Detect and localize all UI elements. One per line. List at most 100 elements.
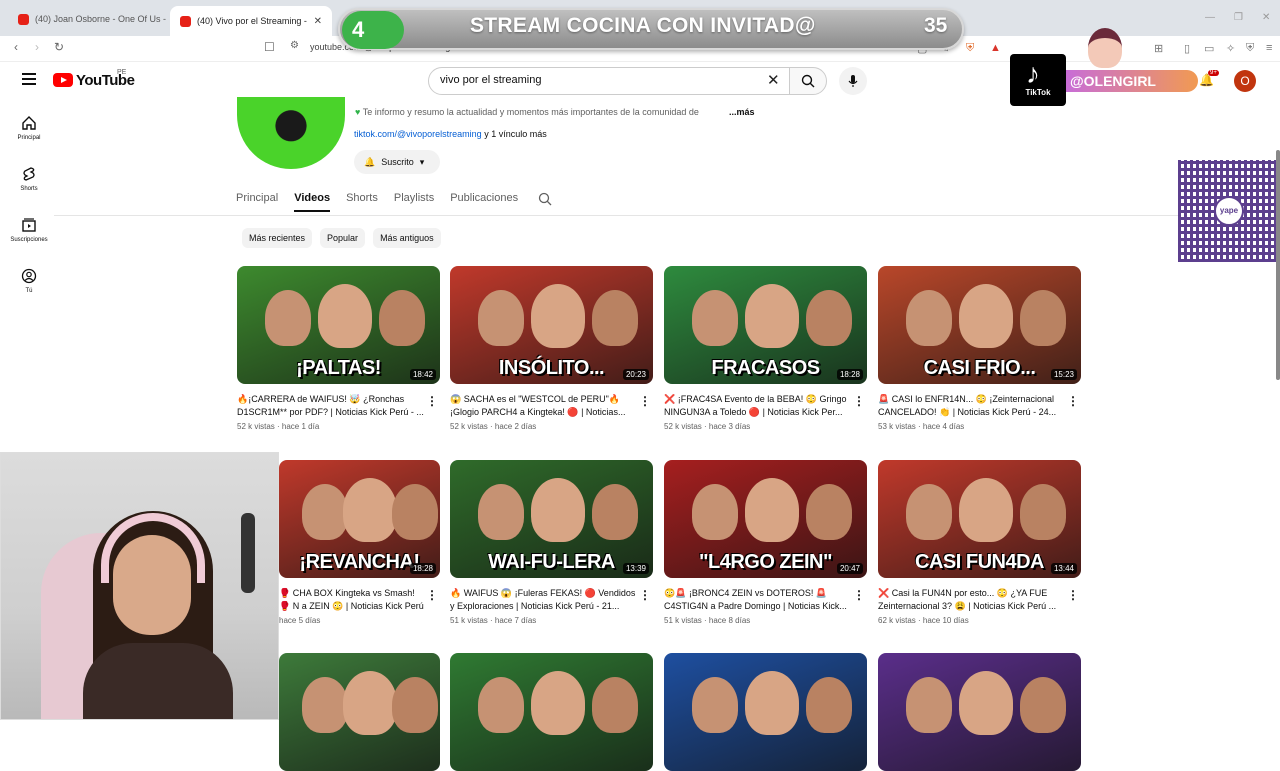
more-options-icon[interactable]: ⋮ (639, 394, 651, 408)
video-thumbnail[interactable] (450, 653, 653, 771)
video-card[interactable]: "L4RGO ZEIN" 20:47 😳🚨 ¡BRONC4 ZEIN vs DOTE… (664, 460, 867, 625)
minimize-icon[interactable]: — (1205, 12, 1215, 23)
more-links[interactable]: y 1 vínculo más (484, 129, 547, 139)
video-thumbnail[interactable]: WAI-FU-LERA 13:39 (450, 460, 653, 578)
more-options-icon[interactable]: ⋮ (1067, 394, 1079, 408)
back-icon[interactable]: ‹ (14, 40, 18, 54)
video-thumbnail[interactable] (279, 653, 440, 771)
video-title[interactable]: 🥊 CHA BOX Kingteka vs Smash! 🥊 N a ZEIN … (279, 587, 440, 613)
video-thumbnail[interactable] (878, 653, 1081, 771)
site-info-icon[interactable]: ⚙ (290, 40, 299, 51)
sidebar-item-principal[interactable]: Principal (4, 115, 54, 141)
reload-icon[interactable]: ↻ (54, 40, 64, 54)
tab-shorts[interactable]: Shorts (346, 192, 378, 212)
thumbnail-person (343, 671, 398, 735)
chip-oldest[interactable]: Más antiguos (373, 228, 441, 248)
app-menu-icon[interactable]: ≡ (1266, 42, 1272, 54)
wallet-icon[interactable]: ▭ (1204, 42, 1214, 55)
chip-recent[interactable]: Más recientes (242, 228, 313, 248)
thumbnail-person (478, 677, 525, 733)
tab-publicaciones[interactable]: Publicaciones (450, 192, 518, 212)
clear-search-icon[interactable]: ✕ (767, 71, 780, 89)
video-card[interactable]: ¡PALTAS! 18:42 🔥¡CARRERA de WAIFUS! 🤯 ¿Ron… (237, 266, 440, 431)
sidebar-item-shorts[interactable]: Shorts (4, 166, 54, 192)
vpn-icon[interactable]: ⛨ (1246, 42, 1254, 55)
more-options-icon[interactable]: ⋮ (1067, 588, 1079, 602)
video-title[interactable]: 🔥¡CARRERA de WAIFUS! 🤯 ¿Ronchas D1SCR1M*… (237, 393, 440, 419)
sidebar-icon[interactable]: ▯ (1184, 42, 1190, 55)
tab-principal[interactable]: Principal (236, 192, 278, 212)
video-card[interactable] (279, 653, 440, 771)
tabs-divider (54, 215, 1280, 216)
video-thumbnail[interactable]: ¡PALTAS! 18:42 (237, 266, 440, 384)
thumbnail-person (745, 284, 800, 348)
bookmark-icon[interactable]: ☐ (264, 40, 275, 54)
close-window-icon[interactable]: ✕ (1262, 12, 1270, 23)
tab-title: (40) Vivo por el Streaming - YouTube (197, 16, 308, 26)
streamer-avatar-icon (1088, 28, 1122, 68)
leo-icon[interactable]: ✧ (1226, 42, 1235, 55)
forward-icon[interactable]: › (35, 40, 39, 54)
youtube-logo-icon[interactable] (53, 73, 73, 87)
tab-videos[interactable]: Videos (294, 192, 331, 212)
video-thumbnail[interactable]: INSÓLITO... 20:23 (450, 266, 653, 384)
search-button[interactable] (789, 67, 827, 95)
extensions-icon[interactable]: ⊞ (1154, 42, 1163, 55)
video-title[interactable]: 😱 SACHA es el "WESTCOL de PERU"🔥 ¡Glogio… (450, 393, 653, 419)
video-thumbnail[interactable]: CASI FUN4DA 13:44 (878, 460, 1081, 578)
streamer-body (83, 643, 233, 719)
scrollbar[interactable] (1276, 150, 1280, 380)
video-title[interactable]: 🚨 CASI lo ENFR14N... 😳 ¡Zeinternacional … (878, 393, 1081, 419)
tiktok-link[interactable]: tiktok.com/@vivoporelstreaming (354, 129, 482, 139)
video-card[interactable]: CASI FRIO... 15:23 🚨 CASI lo ENFR14N... 😳 … (878, 266, 1081, 431)
microphone-arm (241, 513, 255, 593)
video-card[interactable] (450, 653, 653, 771)
account-avatar[interactable]: O (1234, 70, 1256, 92)
maximize-icon[interactable]: ❐ (1234, 12, 1243, 23)
video-title[interactable]: ❌ Casi la FUN4N por esto... 😳 ¿YA FUE Ze… (878, 587, 1081, 613)
chip-popular[interactable]: Popular (320, 228, 366, 248)
sidebar-item-you[interactable]: Tú (4, 268, 54, 294)
video-meta: 62 k vistas · hace 10 días (878, 616, 969, 625)
video-card[interactable]: WAI-FU-LERA 13:39 🔥 WAIFUS 😱 ¡Fuleras FEKA… (450, 460, 653, 625)
video-thumbnail[interactable]: ¡REVANCHA! 18:28 (279, 460, 440, 578)
brave-shield-icon[interactable]: ⛨ (966, 42, 974, 55)
subscribed-button[interactable]: 🔔 Suscrito ▾ (354, 150, 440, 174)
more-options-icon[interactable]: ⋮ (853, 394, 865, 408)
video-thumbnail[interactable]: FRACASOS 18:28 (664, 266, 867, 384)
video-title[interactable]: ❌ ¡FRAC4SA Evento de la BEBA! 😳 Gringo N… (664, 393, 867, 419)
shorts-icon (23, 167, 35, 181)
tiktok-icon: ♪ (1026, 58, 1040, 89)
close-tab-icon[interactable]: ✕ (314, 16, 322, 27)
video-thumbnail[interactable] (664, 653, 867, 771)
search-value[interactable]: vivo por el streaming (440, 74, 542, 86)
channel-description-text: Te informo y resumo la actualidad y mome… (362, 107, 699, 117)
rewards-icon[interactable]: ▲ (990, 42, 1001, 54)
video-thumbnail[interactable]: "L4RGO ZEIN" 20:47 (664, 460, 867, 578)
video-card[interactable]: FRACASOS 18:28 ❌ ¡FRAC4SA Evento de la BEB… (664, 266, 867, 431)
video-card[interactable]: CASI FUN4DA 13:44 ❌ Casi la FUN4N por esto… (878, 460, 1081, 625)
video-thumbnail[interactable]: CASI FRIO... 15:23 (878, 266, 1081, 384)
video-title[interactable]: 😳🚨 ¡BRONC4 ZEIN vs DOTEROS! 🚨 C4STIG4N a… (664, 587, 867, 613)
chevron-down-icon: ▾ (419, 156, 425, 167)
hamburger-menu-icon[interactable] (22, 73, 36, 88)
more-options-icon[interactable]: ⋮ (426, 394, 438, 408)
channel-links: tiktok.com/@vivoporelstreaming y 1 víncu… (354, 129, 547, 139)
sidebar-item-subscriptions[interactable]: Suscripciones (4, 217, 54, 243)
video-title[interactable]: 🔥 WAIFUS 😱 ¡Fuleras FEKAS! 🔴 Vendidos y … (450, 587, 653, 613)
more-options-icon[interactable]: ⋮ (853, 588, 865, 602)
more-options-icon[interactable]: ⋮ (426, 588, 438, 602)
browser-tab[interactable]: (40) Joan Osborne - One Of Us - You (8, 7, 166, 31)
country-code: PE (117, 69, 127, 76)
browser-tab-active[interactable]: (40) Vivo por el Streaming - YouTube ✕ (170, 6, 332, 36)
channel-avatar[interactable] (237, 97, 345, 169)
video-card[interactable] (664, 653, 867, 771)
video-card[interactable] (878, 653, 1081, 771)
tab-playlists[interactable]: Playlists (394, 192, 434, 212)
voice-search-button[interactable] (839, 67, 867, 95)
channel-search-icon[interactable] (538, 192, 552, 206)
video-card[interactable]: ¡REVANCHA! 18:28 🥊 CHA BOX Kingteka vs Sma… (279, 460, 440, 625)
more-options-icon[interactable]: ⋮ (639, 588, 651, 602)
video-card[interactable]: INSÓLITO... 20:23 😱 SACHA es el "WESTCOL d… (450, 266, 653, 431)
more-link[interactable]: ...más (729, 107, 755, 117)
